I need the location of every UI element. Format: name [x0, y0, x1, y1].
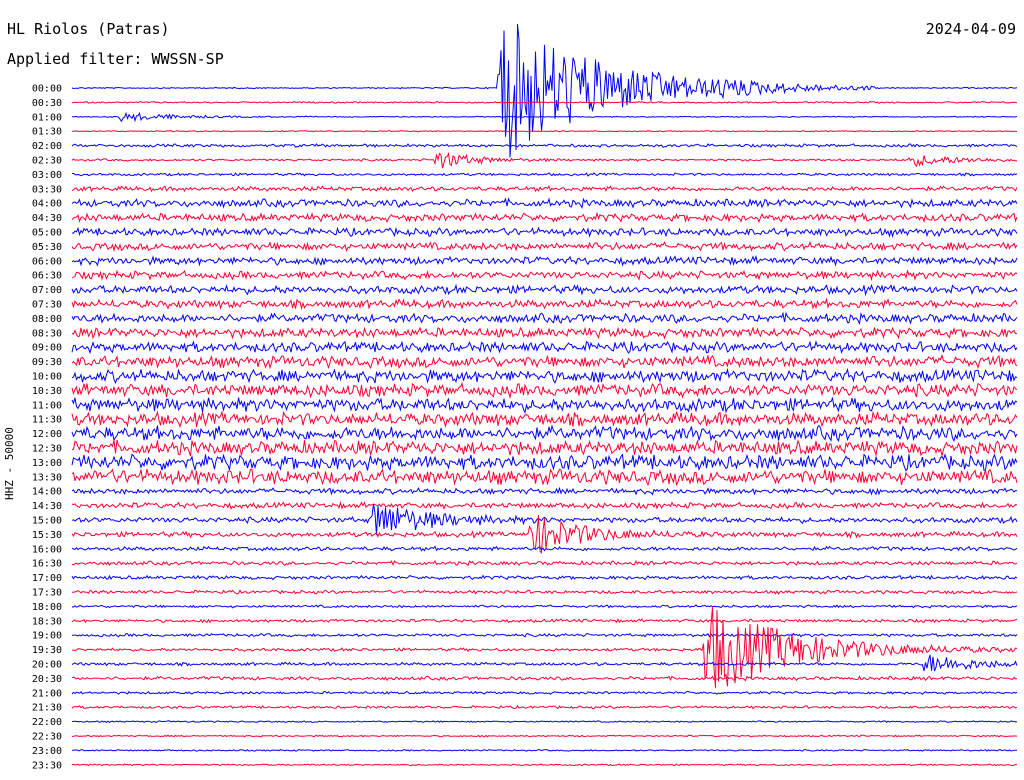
trace-line — [71, 381, 1018, 400]
trace-line — [71, 340, 1018, 355]
row-time-label: 18:00 — [32, 602, 62, 613]
trace-line — [71, 326, 1017, 340]
row-time-label: 03:00 — [32, 170, 62, 181]
trace-line — [71, 654, 1018, 672]
row-time-label: 20:30 — [32, 674, 62, 685]
row-time-label: 02:00 — [32, 141, 62, 152]
trace-line — [71, 211, 1018, 224]
trace-line — [71, 240, 1018, 253]
trace-line — [71, 618, 1018, 624]
trace-line — [71, 690, 1018, 695]
trace-line — [71, 269, 1018, 282]
trace-line — [71, 675, 1018, 682]
row-time-label: 15:00 — [32, 516, 62, 527]
row-time-label: 07:30 — [32, 300, 62, 311]
row-time-label: 01:30 — [32, 127, 62, 138]
row-time-label: 16:30 — [32, 559, 62, 570]
row-time-label: 11:00 — [32, 400, 62, 411]
trace-line — [71, 574, 1018, 581]
row-time-label: 08:00 — [32, 314, 62, 325]
trace-line — [71, 197, 1018, 210]
row-time-label: 04:00 — [32, 199, 62, 210]
row-time-label: 06:00 — [32, 256, 62, 267]
row-time-label: 21:00 — [32, 688, 62, 699]
row-time-label: 23:00 — [32, 746, 62, 757]
row-time-label: 20:00 — [32, 660, 62, 671]
row-time-label: 02:30 — [32, 156, 62, 167]
row-time-label: 05:30 — [32, 242, 62, 253]
trace-line — [71, 734, 1018, 738]
trace-line — [71, 283, 1018, 297]
trace-line — [71, 152, 1018, 169]
trace-line — [71, 453, 1018, 472]
row-time-label: 12:30 — [32, 444, 62, 455]
row-time-label: 22:30 — [32, 732, 62, 743]
row-time-label: 22:00 — [32, 717, 62, 728]
trace-line — [71, 606, 1018, 689]
trace-line — [71, 100, 1017, 104]
trace-line — [71, 559, 1018, 567]
row-time-label: 06:30 — [32, 271, 62, 282]
row-time-label: 13:30 — [32, 472, 62, 483]
trace-line — [71, 353, 1018, 370]
trace-line — [72, 632, 1018, 638]
row-time-label: 14:30 — [32, 501, 62, 512]
row-time-label: 19:00 — [32, 631, 62, 642]
trace-line — [71, 604, 1018, 609]
trace-line — [71, 468, 1018, 487]
trace-line — [71, 143, 1018, 149]
seismogram-plot: 00:00 00:30 01:00 01:30 02:00 02:30 03:00 03:30… — [32, 23, 1018, 771]
row-time-label: 04:30 — [32, 213, 62, 224]
trace-line — [71, 23, 1018, 158]
trace-line — [71, 396, 1018, 414]
row-time-label: 17:00 — [32, 573, 62, 584]
trace-line — [71, 254, 1018, 267]
trace-line — [72, 589, 1018, 595]
row-time-label: 13:00 — [32, 458, 62, 469]
row-time-label: 00:00 — [32, 84, 62, 95]
trace-line — [71, 367, 1018, 385]
row-time-label: 19:30 — [32, 645, 62, 656]
row-time-label: 21:30 — [32, 703, 62, 714]
row-time-label: 12:00 — [32, 429, 62, 440]
trace-line — [72, 763, 1018, 767]
trace-line — [71, 410, 1018, 429]
row-time-label: 18:30 — [32, 616, 62, 627]
row-time-label: 07:00 — [32, 285, 62, 296]
trace-line — [71, 297, 1018, 311]
row-time-label: 00:30 — [32, 98, 62, 109]
trace-line — [71, 172, 1018, 177]
trace-line — [71, 226, 1018, 239]
row-time-label: 01:00 — [32, 112, 62, 123]
row-time-label: 03:30 — [32, 184, 62, 195]
row-time-label: 15:30 — [32, 530, 62, 541]
trace-line — [71, 130, 1018, 133]
trace-line — [72, 749, 1017, 752]
row-time-label: 14:00 — [32, 487, 62, 498]
row-time-label: 17:30 — [32, 588, 62, 599]
trace-line — [71, 424, 1018, 443]
row-time-label: 23:30 — [32, 760, 62, 771]
row-time-label: 10:00 — [32, 372, 62, 383]
trace-line — [71, 545, 1018, 552]
row-time-label: 08:30 — [32, 328, 62, 339]
row-time-label: 10:30 — [32, 386, 62, 397]
row-time-label: 09:00 — [32, 343, 62, 354]
trace-line — [72, 720, 1018, 724]
trace-line — [71, 501, 1018, 510]
row-time-label: 16:00 — [32, 544, 62, 555]
trace-line — [72, 111, 1018, 123]
trace-line — [71, 439, 1018, 457]
row-time-label: 05:00 — [32, 228, 62, 239]
trace-line — [71, 486, 1018, 496]
row-time-label: 09:30 — [32, 357, 62, 368]
trace-line — [71, 311, 1018, 326]
trace-line — [71, 704, 1018, 710]
trace-line — [71, 185, 1018, 193]
row-time-label: 11:30 — [32, 415, 62, 426]
